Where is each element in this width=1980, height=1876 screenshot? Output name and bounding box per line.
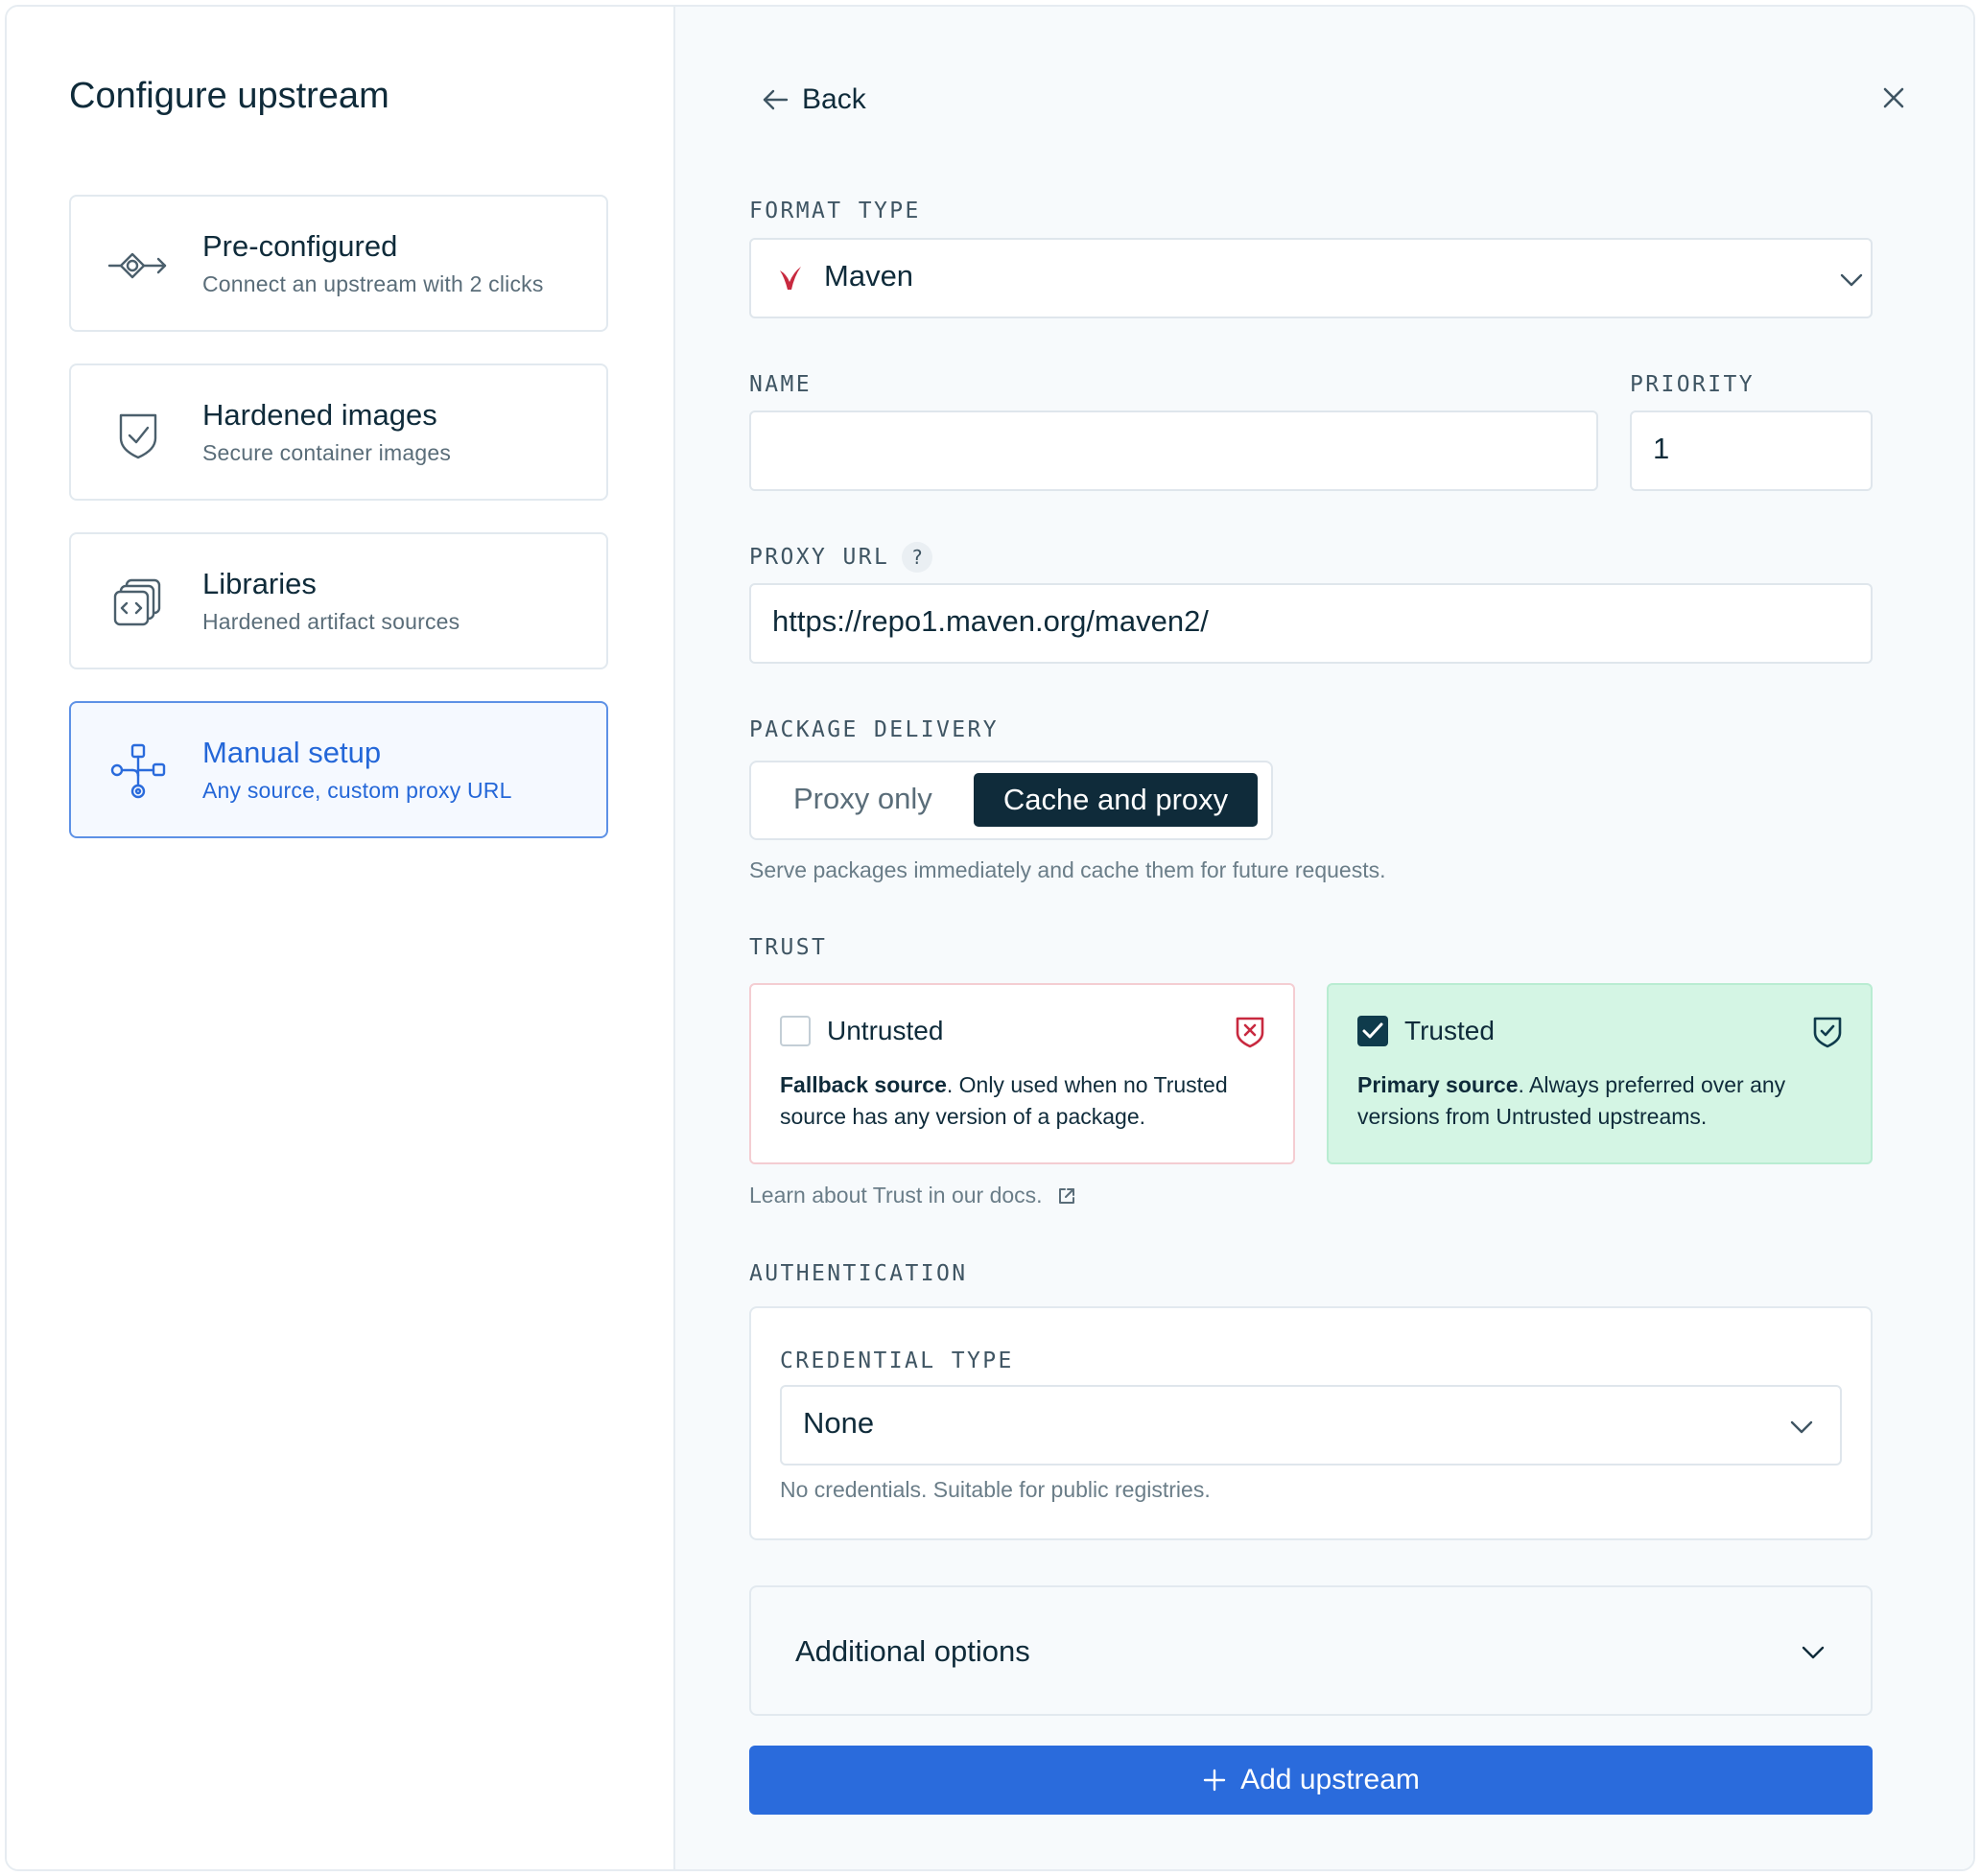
help-icon[interactable]: ? xyxy=(902,542,932,573)
option-subtitle: Any source, custom proxy URL xyxy=(202,778,512,803)
trusted-bold: Primary source xyxy=(1357,1072,1519,1097)
name-label: NAME xyxy=(749,372,812,397)
proxy-url-value: https://repo1.maven.org/maven2/ xyxy=(772,604,1209,638)
back-label: Back xyxy=(802,83,866,115)
option-subtitle: Connect an upstream with 2 clicks xyxy=(202,271,544,296)
trust-label: TRUST xyxy=(749,935,828,960)
untrusted-checkbox[interactable] xyxy=(780,1016,811,1046)
option-title: Pre-configured xyxy=(202,229,398,263)
shield-x-icon xyxy=(1236,1017,1264,1048)
stacked-code-icon xyxy=(113,578,161,626)
left-panel: Configure upstream Pre-configured Connec… xyxy=(7,7,675,1869)
credential-type-label: CREDENTIAL TYPE xyxy=(780,1348,1014,1373)
trusted-description: Primary source. Always preferred over an… xyxy=(1357,1069,1837,1133)
proxy-url-input[interactable]: https://repo1.maven.org/maven2/ xyxy=(749,583,1873,664)
configure-upstream-dialog: Configure upstream Pre-configured Connec… xyxy=(5,5,1975,1871)
trust-docs-text: Learn about Trust in our docs. xyxy=(749,1183,1043,1208)
untrusted-option[interactable]: Untrusted Fallback source. Only used whe… xyxy=(749,983,1295,1164)
shield-check-icon xyxy=(119,413,157,459)
untrusted-bold: Fallback source xyxy=(780,1072,947,1097)
chevron-down-icon xyxy=(1790,1420,1813,1434)
authentication-section: CREDENTIAL TYPE None No credentials. Sui… xyxy=(749,1306,1873,1540)
maven-logo-icon xyxy=(780,267,801,290)
format-type-select[interactable]: Maven xyxy=(749,238,1873,318)
proxy-only-option[interactable]: Proxy only xyxy=(793,782,932,816)
format-type-value: Maven xyxy=(824,259,914,293)
package-delivery-label: PACKAGE DELIVERY xyxy=(749,717,999,742)
priority-label: PRIORITY xyxy=(1630,372,1755,397)
trusted-checkbox[interactable] xyxy=(1357,1016,1388,1046)
authentication-label: AUTHENTICATION xyxy=(749,1261,968,1286)
arrow-left-icon xyxy=(763,89,789,110)
add-upstream-label: Add upstream xyxy=(1240,1764,1420,1795)
option-subtitle: Hardened artifact sources xyxy=(202,609,460,634)
cache-and-proxy-option[interactable]: Cache and proxy xyxy=(974,773,1258,827)
option-manual-setup[interactable]: Manual setup Any source, custom proxy UR… xyxy=(69,701,608,838)
chevron-down-icon xyxy=(1802,1646,1825,1659)
name-input[interactable] xyxy=(749,410,1598,491)
additional-options-title: Additional options xyxy=(795,1634,1030,1668)
untrusted-description: Fallback source. Only used when no Trust… xyxy=(780,1069,1260,1133)
priority-value: 1 xyxy=(1653,432,1670,465)
additional-options-toggle[interactable]: Additional options xyxy=(749,1585,1873,1716)
trusted-title: Trusted xyxy=(1404,1016,1495,1045)
option-hardened-images[interactable]: Hardened images Secure container images xyxy=(69,363,608,501)
check-icon xyxy=(1362,1022,1383,1039)
plus-icon xyxy=(1203,1769,1226,1792)
close-icon[interactable] xyxy=(1879,83,1908,112)
trust-docs-link[interactable]: Learn about Trust in our docs. xyxy=(749,1183,1077,1208)
proxy-url-label: PROXY URL xyxy=(749,545,890,570)
credential-type-value: None xyxy=(803,1406,875,1440)
untrusted-title: Untrusted xyxy=(827,1016,944,1045)
option-title: Hardened images xyxy=(202,398,437,432)
option-subtitle: Secure container images xyxy=(202,440,452,465)
chevron-down-icon xyxy=(1840,273,1863,287)
option-pre-configured[interactable]: Pre-configured Connect an upstream with … xyxy=(69,195,608,332)
network-icon xyxy=(110,743,166,799)
back-button[interactable]: Back xyxy=(762,83,866,116)
option-title: Libraries xyxy=(202,567,317,600)
format-type-label: FORMAT TYPE xyxy=(749,199,921,223)
right-panel: Back FORMAT TYPE Maven NAME PRIORITY 1 P… xyxy=(675,7,1973,1869)
trusted-option[interactable]: Trusted Primary source. Always preferred… xyxy=(1327,983,1873,1164)
package-delivery-hint: Serve packages immediately and cache the… xyxy=(749,857,1386,882)
option-title: Manual setup xyxy=(202,736,382,769)
shield-check-icon xyxy=(1813,1017,1842,1048)
priority-input[interactable]: 1 xyxy=(1630,410,1873,491)
external-link-icon xyxy=(1058,1187,1074,1204)
credential-type-hint: No credentials. Suitable for public regi… xyxy=(780,1477,1211,1502)
option-libraries[interactable]: Libraries Hardened artifact sources xyxy=(69,532,608,669)
package-delivery-toggle: Proxy only Cache and proxy xyxy=(749,761,1273,840)
credential-type-select[interactable]: None xyxy=(780,1385,1842,1466)
panel-title: Configure upstream xyxy=(69,76,389,116)
add-upstream-button[interactable]: Add upstream xyxy=(749,1746,1873,1815)
connect-icon xyxy=(107,252,167,279)
